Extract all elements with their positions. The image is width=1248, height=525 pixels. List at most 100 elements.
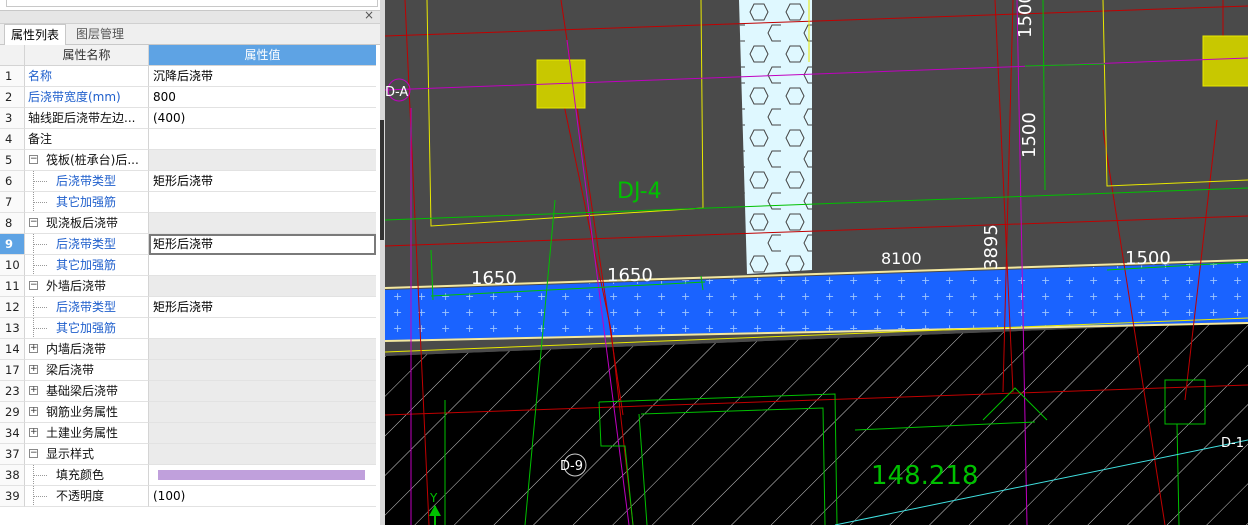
expand-icon[interactable]: + — [29, 365, 38, 374]
expand-icon[interactable]: + — [29, 428, 38, 437]
tab-property-list[interactable]: 属性列表 — [4, 24, 67, 45]
property-name-cell: + 土建业务属性 — [25, 423, 149, 444]
property-row[interactable]: 3 轴线距后浇带左边... (400) — [0, 108, 377, 129]
property-name: 现浇板后浇带 — [46, 216, 119, 230]
property-row[interactable]: 4 备注 — [0, 129, 377, 150]
property-row[interactable]: 12 后浇带类型 矩形后浇带 — [0, 297, 377, 318]
property-value-cell[interactable] — [149, 381, 376, 402]
property-name: 备注 — [28, 132, 53, 146]
tab-layer-management[interactable]: 图层管理 — [70, 24, 130, 44]
tree-branch — [33, 307, 47, 308]
row-number: 6 — [0, 171, 25, 192]
property-value: 800 — [153, 90, 176, 104]
label-d-9: D-9 — [560, 459, 583, 474]
column-square-right[interactable] — [1202, 35, 1248, 87]
property-value-cell[interactable] — [149, 150, 376, 171]
property-row[interactable]: 14 + 内墙后浇带 — [0, 339, 377, 360]
property-row[interactable]: 38 填充颜色 — [0, 465, 377, 486]
property-name-cell: + 钢筋业务属性 — [25, 402, 149, 423]
row-number: 3 — [0, 108, 25, 129]
property-value-cell[interactable] — [149, 129, 376, 150]
property-row[interactable]: 39 不透明度 (100) — [0, 486, 377, 507]
expand-icon[interactable]: + — [29, 407, 38, 416]
property-value-cell[interactable] — [149, 318, 376, 339]
tree-branch — [33, 496, 47, 497]
property-name: 不透明度 — [56, 489, 105, 503]
property-value-cell[interactable]: 矩形后浇带 — [149, 297, 376, 318]
property-row[interactable]: 11− 外墙后浇带 — [0, 276, 377, 297]
property-value-editor[interactable]: 矩形后浇带 — [149, 234, 376, 255]
tree-branch — [33, 181, 47, 182]
property-value-cell[interactable]: 沉降后浇带 — [149, 66, 376, 87]
dim-1650-right: 1650 — [607, 265, 653, 286]
property-name-cell: 其它加强筋 — [25, 192, 149, 213]
expand-icon[interactable]: + — [29, 344, 38, 353]
property-value: (400) — [153, 111, 186, 125]
property-row[interactable]: 6 后浇带类型 矩形后浇带 — [0, 171, 377, 192]
property-name: 基础梁后浇带 — [46, 384, 119, 398]
property-row[interactable]: 37− 显示样式 — [0, 444, 377, 465]
property-value: 矩形后浇带 — [153, 300, 214, 314]
panel-title-bar: × — [0, 8, 380, 24]
collapse-icon[interactable]: − — [29, 218, 38, 227]
property-value-cell[interactable] — [149, 213, 376, 234]
row-number: 5 — [0, 150, 25, 171]
property-value-cell[interactable] — [149, 444, 376, 465]
property-row[interactable]: 2 后浇带宽度(mm) 800 — [0, 87, 377, 108]
tree-branch — [33, 328, 47, 329]
property-row[interactable]: 9 后浇带类型 矩形后浇带 — [0, 234, 377, 255]
property-name-cell: 后浇带类型 — [25, 297, 149, 318]
property-row[interactable]: 29 + 钢筋业务属性 — [0, 402, 377, 423]
property-value-cell[interactable] — [149, 402, 376, 423]
label-d-a: D-A — [385, 85, 408, 100]
property-row[interactable]: 23 + 基础梁后浇带 — [0, 381, 377, 402]
dim-1500-top: 1500 — [1015, 0, 1036, 38]
property-name: 后浇带类型 — [56, 300, 117, 314]
property-value-cell[interactable] — [149, 192, 376, 213]
fill-color-swatch[interactable] — [158, 470, 365, 480]
cad-canvas[interactable]: + — [385, 0, 1248, 525]
property-name-cell: 其它加强筋 — [25, 318, 149, 339]
property-value-cell[interactable] — [149, 423, 376, 444]
collapse-icon[interactable]: − — [29, 281, 38, 290]
property-name-cell: + 基础梁后浇带 — [25, 381, 149, 402]
property-row[interactable]: 34 + 土建业务属性 — [0, 423, 377, 444]
dim-3895: 3895 — [981, 224, 1002, 270]
property-row[interactable]: 17 + 梁后浇带 — [0, 360, 377, 381]
label-dj-4: DJ-4 — [617, 179, 662, 204]
property-name: 钢筋业务属性 — [46, 405, 119, 419]
property-row[interactable]: 7 其它加强筋 — [0, 192, 377, 213]
cad-drawing[interactable]: + — [385, 0, 1248, 525]
property-value-cell[interactable] — [149, 276, 376, 297]
property-value-cell[interactable] — [149, 360, 376, 381]
row-number: 2 — [0, 87, 25, 108]
elevation-label: 148.218 — [871, 461, 979, 491]
close-icon[interactable]: × — [364, 8, 374, 22]
property-row[interactable]: 10 其它加强筋 — [0, 255, 377, 276]
property-value-cell[interactable]: (400) — [149, 108, 376, 129]
property-value-cell[interactable] — [149, 465, 376, 486]
property-name-cell: 后浇带类型 — [25, 234, 149, 255]
collapse-icon[interactable]: − — [29, 155, 38, 164]
property-value-cell[interactable] — [149, 255, 376, 276]
row-number: 39 — [0, 486, 25, 507]
expand-icon[interactable]: + — [29, 386, 38, 395]
collapse-icon[interactable]: − — [29, 449, 38, 458]
property-value-cell[interactable]: (100) — [149, 486, 376, 507]
property-value: 沉降后浇带 — [153, 69, 214, 83]
property-value-cell[interactable]: 800 — [149, 87, 376, 108]
soil-hatch — [385, 322, 1248, 525]
property-row[interactable]: 13 其它加强筋 — [0, 318, 377, 339]
property-value-cell[interactable]: 矩形后浇带 — [149, 171, 376, 192]
label-d-1: D-1 — [1221, 436, 1244, 451]
property-name-cell: − 现浇板后浇带 — [25, 213, 149, 234]
property-row[interactable]: 5− 筏板(桩承台)后... — [0, 150, 377, 171]
row-number: 14 — [0, 339, 25, 360]
splitter-handle[interactable] — [380, 120, 384, 240]
property-value-cell[interactable] — [149, 339, 376, 360]
property-name: 轴线距后浇带左边... — [28, 111, 136, 125]
property-name: 梁后浇带 — [46, 363, 95, 377]
property-row[interactable]: 8− 现浇板后浇带 — [0, 213, 377, 234]
property-row[interactable]: 1 名称 沉降后浇带 — [0, 66, 377, 87]
row-number: 9 — [0, 234, 25, 255]
